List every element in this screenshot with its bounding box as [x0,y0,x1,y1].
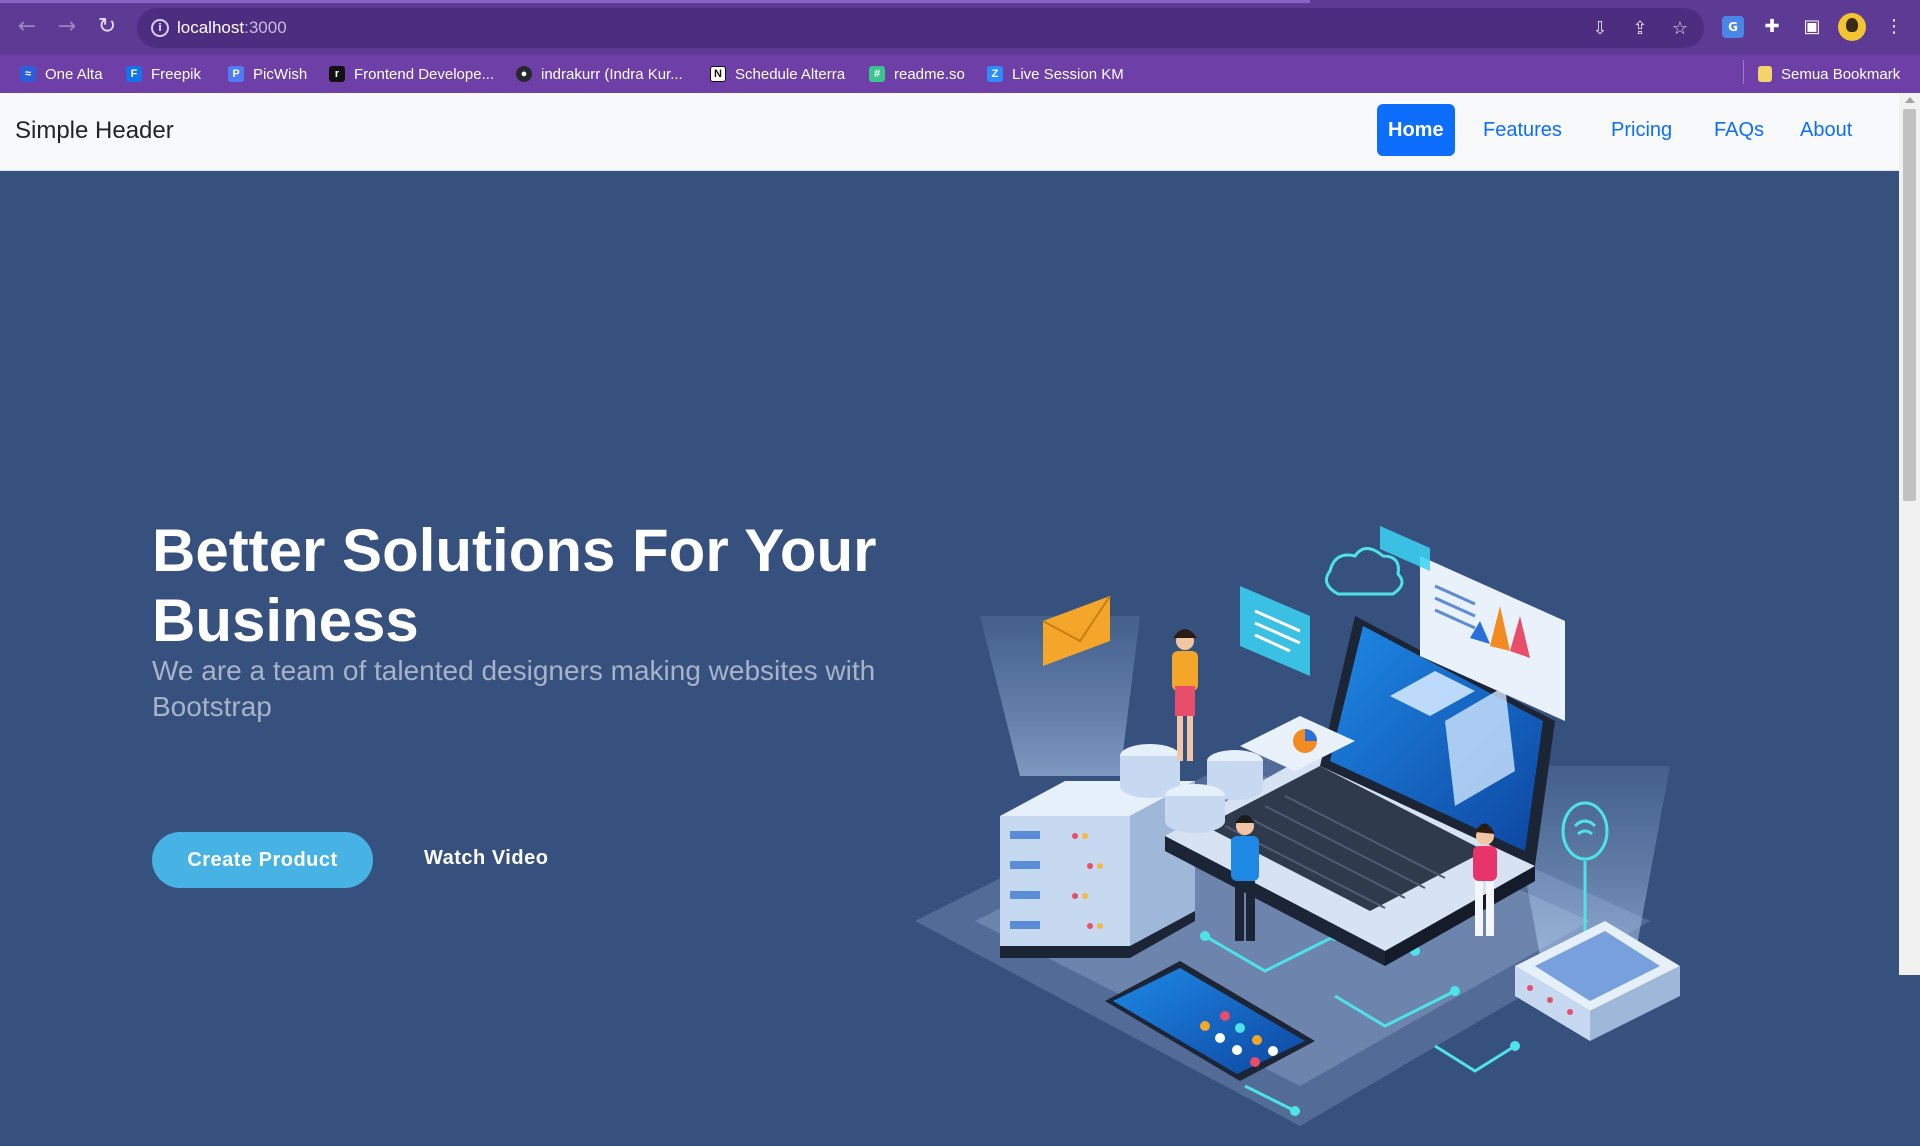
forward-arrow-icon[interactable]: → [52,12,82,42]
bookmark-label: Freepik [151,65,202,83]
extensions-puzzle-icon[interactable]: ✚ [1758,13,1786,41]
brand-logo[interactable]: Simple Header [15,117,174,145]
bookmark-github-indrakurr[interactable]: ● indrakurr (Indra Kur... [516,64,683,84]
hero-title: Better Solutions For Your Business [152,517,877,654]
freepik-favicon: F [126,66,142,82]
bookmark-label: PicWish [253,65,308,83]
bookmarks-divider [1743,60,1744,84]
floating-panel-left [1240,586,1310,676]
browser-menu-icon[interactable]: ⋮ [1880,13,1908,41]
small-floating-card [1380,526,1430,571]
bookmark-one-alta[interactable]: ≈ One Alta [20,64,103,84]
frontend-favicon: r [329,66,345,82]
zoom-icon: Z [987,66,1003,82]
install-app-icon[interactable]: ⇩ [1588,17,1612,41]
bookmark-label: Semua Bookmark [1781,65,1901,83]
nav-features[interactable]: Features [1483,119,1562,142]
nav-about[interactable]: About [1800,119,1852,142]
bookmark-label: indrakurr (Indra Kur... [541,65,683,83]
page-scrollbar[interactable] [1899,93,1920,975]
page-load-progress [0,0,1310,3]
watch-video-button[interactable]: Watch Video [424,847,548,870]
bookmark-star-icon[interactable]: ☆ [1668,17,1692,41]
one-alta-favicon: ≈ [20,66,36,82]
url-host: localhost [177,18,245,37]
all-bookmarks-folder[interactable]: Semua Bookmark [1758,64,1900,84]
share-icon[interactable]: ⇪ [1628,17,1652,41]
github-icon: ● [516,66,532,82]
site-header: Simple Header Home Features Pricing FAQs… [0,93,1899,171]
nav-faqs[interactable]: FAQs [1714,119,1764,142]
address-bar[interactable]: i localhost:3000 ⇩ ⇪ ☆ [137,8,1704,48]
bookmark-live-session-km[interactable]: Z Live Session KM [987,64,1124,84]
browser-toolbar: ← → ↻ i localhost:3000 ⇩ ⇪ ☆ G ✚ ▣ ⋮ [0,0,1920,55]
hero-illustration [915,526,1680,1126]
readme-favicon: # [869,66,885,82]
nav-home[interactable]: Home [1377,104,1455,156]
bookmark-label: readme.so [894,65,965,83]
bookmarks-bar: ≈ One Alta F Freepik P PicWish r Frontend De… [0,55,1920,93]
address-url[interactable]: localhost:3000 [177,18,287,38]
bookmark-picwish[interactable]: P PicWish [228,64,307,84]
bookmark-label: One Alta [45,65,103,83]
google-translate-icon[interactable]: G [1722,16,1744,38]
side-panel-icon[interactable]: ▣ [1798,13,1826,41]
bookmark-readme-so[interactable]: # readme.so [869,64,965,84]
hero-section: Better Solutions For Your Business We ar… [0,171,1899,1126]
bookmark-freepik[interactable]: F Freepik [126,64,201,84]
reload-icon[interactable]: ↻ [92,12,122,42]
picwish-favicon: P [228,66,244,82]
bookmark-frontend-developer[interactable]: r Frontend Develope... [329,64,494,84]
bookmark-label: Live Session KM [1012,65,1124,83]
hero-subtitle: We are a team of talented designers maki… [152,655,876,722]
notion-icon: N [710,66,726,82]
bookmark-label: Schedule Alterra [735,65,846,83]
site-info-icon[interactable]: i [151,19,169,37]
create-product-button[interactable]: Create Product [152,832,373,888]
bookmark-label: Frontend Develope... [354,65,495,83]
folder-icon [1758,66,1772,82]
cloud-icon [1324,547,1404,596]
scroll-up-arrow-icon[interactable] [1905,97,1915,103]
profile-avatar[interactable] [1838,13,1866,41]
back-arrow-icon[interactable]: ← [12,12,42,42]
nav-pricing[interactable]: Pricing [1611,119,1672,142]
person-standing-top [1172,629,1198,761]
bookmark-schedule-alterra[interactable]: N Schedule Alterra [710,64,845,84]
scrollbar-thumb[interactable] [1903,109,1916,501]
url-port: :3000 [244,18,287,37]
